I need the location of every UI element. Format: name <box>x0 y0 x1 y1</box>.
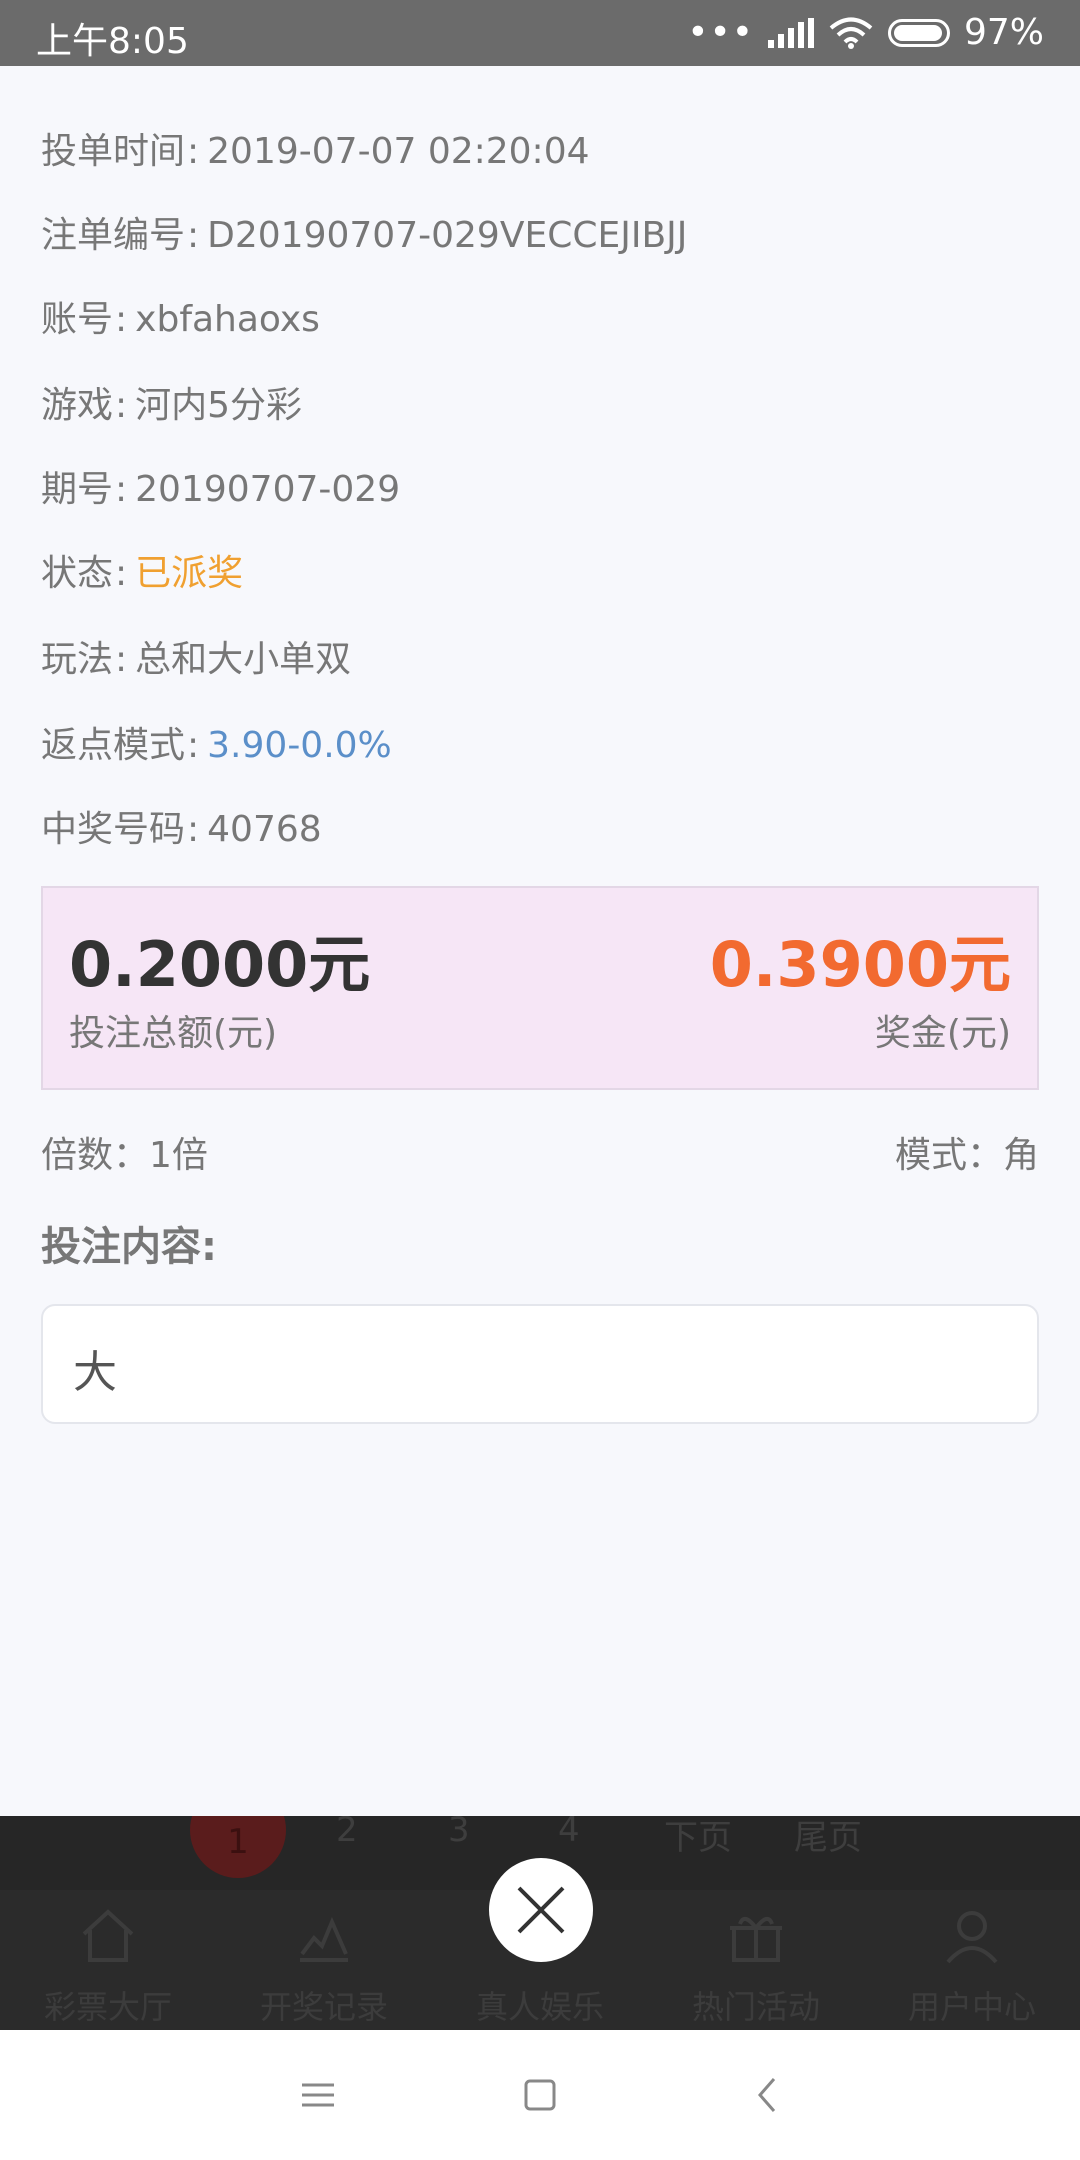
game-row: 游戏: 河内5分彩 <box>41 385 303 426</box>
mode: 模式：角 <box>895 1126 1039 1178</box>
status-row: 状态: 已派奖 <box>41 553 244 594</box>
tab-user-center: 用户中心 <box>864 1890 1080 2030</box>
game-value: 河内5分彩 <box>135 385 303 426</box>
play-row: 玩法: 总和大小单双 <box>41 639 352 680</box>
bet-time-value: 2019-07-07 02:20:04 <box>207 131 590 172</box>
close-icon <box>517 1886 565 1934</box>
bet-amount-value: 0.2000元 <box>69 928 371 1001</box>
tab-lottery-hall: 彩票大厅 <box>0 1890 216 2030</box>
multiplier-label: 倍数： <box>41 1135 150 1176</box>
bet-content-box: 大 <box>41 1304 1039 1424</box>
bet-time-label: 投单时间 <box>41 131 186 172</box>
rebate-mode-label: 返点模式 <box>41 725 186 766</box>
tab-label: 彩票大厅 <box>43 1988 172 2026</box>
status-label: 状态 <box>41 553 114 594</box>
chart-icon <box>300 1916 348 1962</box>
play-label: 玩法 <box>41 639 114 680</box>
page-next: 下页 <box>664 1818 732 1858</box>
rebate-mode-row: 返点模式: 3.90-0.0% <box>41 725 392 766</box>
page-item: 3 <box>448 1816 470 1850</box>
status-time: 上午8:05 <box>36 21 189 62</box>
status-value: 已派奖 <box>135 553 244 594</box>
play-value: 总和大小单双 <box>135 639 352 680</box>
tab-draw-records: 开奖记录 <box>216 1890 432 2030</box>
bet-amount-label: 投注总额(元) <box>69 1013 278 1054</box>
account-label: 账号 <box>41 299 114 340</box>
multiplier: 倍数：1倍 <box>41 1126 208 1178</box>
page-item: 4 <box>558 1816 580 1850</box>
signal-icon <box>767 17 814 48</box>
tab-label: 用户中心 <box>907 1988 1036 2026</box>
account-value: xbfahaoxs <box>135 299 320 340</box>
multiplier-value: 1倍 <box>149 1135 208 1176</box>
home-icon <box>82 1909 134 1962</box>
status-bar: 上午8:05 ••• 97% <box>0 0 1080 66</box>
bet-detail-panel: 投单时间: 2019-07-07 02:20:04 注单编号: D20190707-… <box>0 66 1080 1816</box>
more-dots-icon: ••• <box>687 12 754 53</box>
order-no-value: D20190707-029VECCEJIBJJ <box>207 215 688 256</box>
prize-label: 奖金(元) <box>874 1013 1011 1054</box>
close-button[interactable] <box>489 1858 593 1962</box>
menu-icon[interactable] <box>288 2065 348 2125</box>
user-icon <box>946 1911 998 1964</box>
tab-label: 开奖记录 <box>259 1988 388 2026</box>
order-no-row: 注单编号: D20190707-029VECCEJIBJJ <box>41 215 688 256</box>
page-last: 尾页 <box>794 1818 862 1858</box>
battery-icon <box>887 18 950 47</box>
period-label: 期号 <box>41 469 114 510</box>
page-item: 2 <box>336 1816 358 1850</box>
game-label: 游戏 <box>41 385 114 426</box>
status-indicators: ••• 97% <box>687 12 1044 53</box>
amount-summary-box: 0.2000元 投注总额(元) 0.3900元 奖金(元) <box>41 886 1039 1090</box>
tab-label: 真人娱乐 <box>475 1988 604 2026</box>
account-row: 账号: xbfahaoxs <box>41 299 320 340</box>
mode-label: 模式： <box>894 1135 1003 1176</box>
winning-number-row: 中奖号码: 40768 <box>41 809 322 850</box>
tab-label: 热门活动 <box>691 1988 820 2026</box>
period-value: 20190707-029 <box>135 469 401 510</box>
period-row: 期号: 20190707-029 <box>41 469 401 510</box>
battery-percent: 97% <box>963 12 1044 53</box>
bet-content-value: 大 <box>73 1347 117 1398</box>
prize-value: 0.3900元 <box>709 928 1011 1001</box>
winning-number-value: 40768 <box>207 809 322 850</box>
bet-content-title: 投注内容: <box>41 1224 217 1270</box>
rebate-mode-value: 3.90-0.0% <box>207 725 392 766</box>
wifi-icon <box>829 17 873 49</box>
order-no-label: 注单编号 <box>41 215 186 256</box>
winning-number-label: 中奖号码 <box>41 809 186 850</box>
page-current: 1 <box>190 1816 286 1878</box>
back-icon[interactable] <box>738 2065 798 2125</box>
system-nav-bar <box>0 2030 1080 2160</box>
gift-icon <box>730 1916 782 1962</box>
bet-time-row: 投单时间: 2019-07-07 02:20:04 <box>41 131 590 172</box>
tab-hot-events: 热门活动 <box>648 1890 864 2030</box>
home-square-icon[interactable] <box>510 2065 570 2125</box>
mode-value: 角 <box>1002 1135 1039 1176</box>
